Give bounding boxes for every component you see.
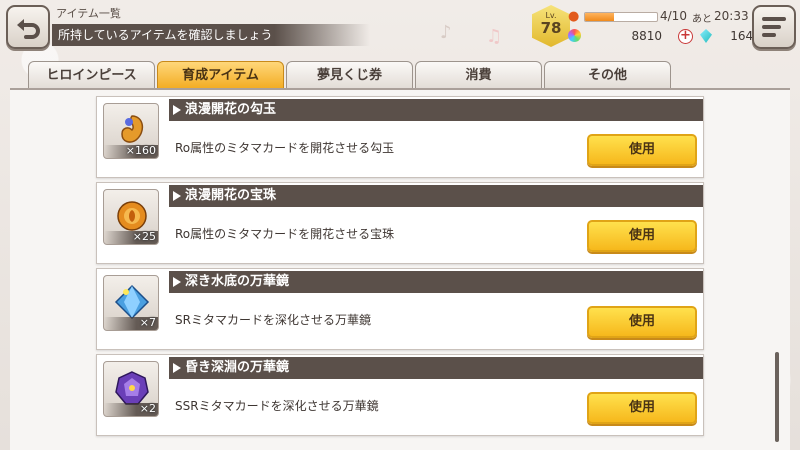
magatama-icon: ×160 (103, 103, 159, 159)
magatama-shape (121, 115, 144, 143)
item-description: SSRミタマカードを深化させる万華鏡 (175, 399, 379, 413)
add-coin-button[interactable]: + (678, 29, 693, 44)
stamina-bar (584, 12, 658, 22)
tab-heroine-piece[interactable]: ヒロインピース (28, 61, 155, 89)
blue-crystal-shape (114, 284, 150, 320)
blue-crystal-icon: ×7 (103, 275, 159, 331)
level-label: Lv. (545, 11, 557, 20)
music-note-icon: ♪ (440, 22, 452, 43)
list-item: ×2 昏き深淵の万華鏡 SSRミタマカードを深化させる万華鏡 使用 (96, 354, 704, 436)
list-item: ×25 浪漫開花の宝珠 Ro属性のミタマカードを開花させる宝珠 使用 (96, 182, 704, 264)
player-stats: Lv. 78 ● 4/10 あと 20:33 + 8810 + 164579 (532, 5, 776, 49)
item-description: SRミタマカードを深化させる万華鏡 (175, 313, 371, 327)
item-description: Ro属性のミタマカードを開花させる宝珠 (175, 227, 395, 241)
music-note-icon: ♫ (486, 26, 503, 47)
title-box: アイテム一覧 所持しているアイテムを確認しましょう (52, 6, 370, 46)
flame-icon: ● (568, 9, 580, 24)
recover-time: 20:33 (714, 9, 749, 23)
level-badge: Lv. 78 (532, 5, 570, 47)
page-subtitle: 所持しているアイテムを確認しましょう (52, 24, 370, 46)
use-button[interactable]: 使用 (587, 392, 697, 424)
item-name: 浪漫開花の宝珠 (169, 185, 703, 207)
level-value: 78 (540, 19, 562, 37)
menu-line (762, 33, 777, 37)
menu-line (762, 17, 786, 21)
tab-dream-lottery-ticket[interactable]: 夢見くじ券 (286, 61, 413, 89)
tab-training-items[interactable]: 育成アイテム (157, 61, 284, 89)
stamina-text: 4/10 (660, 9, 687, 23)
recover-label: あと (692, 14, 712, 25)
item-count: ×160 (125, 144, 156, 157)
page-title: アイテム一覧 (56, 7, 121, 20)
tab-consumables[interactable]: 消費 (415, 61, 542, 89)
tab-other[interactable]: その他 (544, 61, 671, 89)
item-name: 昏き深淵の万華鏡 (169, 357, 703, 379)
stamina-fill (585, 13, 614, 21)
list-item: ×160 浪漫開花の勾玉 Ro属性のミタマカードを開花させる勾玉 使用 (96, 96, 704, 178)
use-button[interactable]: 使用 (587, 134, 697, 166)
back-button[interactable] (6, 5, 50, 49)
menu-button[interactable] (752, 5, 796, 49)
item-list[interactable]: ×160 浪漫開花の勾玉 Ro属性のミタマカードを開花させる勾玉 使用 ×25 … (10, 88, 790, 450)
orb-shape (117, 201, 147, 231)
stamina-row: ● 4/10 あと 20:33 + (568, 8, 771, 26)
header: アイテム一覧 所持しているアイテムを確認しましょう ♪ ♫ Lv. 78 ● 4… (0, 0, 800, 56)
purple-crystal-icon: ×2 (103, 361, 159, 417)
scrollbar[interactable] (775, 352, 779, 442)
list-item: ×7 深き水底の万華鏡 SRミタマカードを深化させる万華鏡 使用 (96, 268, 704, 350)
gem-icon (700, 29, 712, 43)
menu-line (762, 25, 782, 29)
item-count: ×7 (139, 316, 156, 329)
currency-row: 8810 + 164579 (568, 28, 776, 46)
item-name: 浪漫開花の勾玉 (169, 99, 703, 121)
coin-icon (568, 29, 581, 42)
use-button[interactable]: 使用 (587, 220, 697, 252)
purple-crystal-shape (115, 371, 149, 405)
item-description: Ro属性のミタマカードを開花させる勾玉 (175, 141, 395, 155)
item-count: ×2 (139, 402, 156, 415)
back-arrow-icon (17, 19, 40, 39)
item-name: 深き水底の万華鏡 (169, 271, 703, 293)
coin-value: 8810 (631, 29, 662, 43)
category-tabs: ヒロインピース 育成アイテム 夢見くじ券 消費 その他 (28, 61, 671, 89)
orb-icon: ×25 (103, 189, 159, 245)
item-count: ×25 (132, 230, 156, 243)
use-button[interactable]: 使用 (587, 306, 697, 338)
